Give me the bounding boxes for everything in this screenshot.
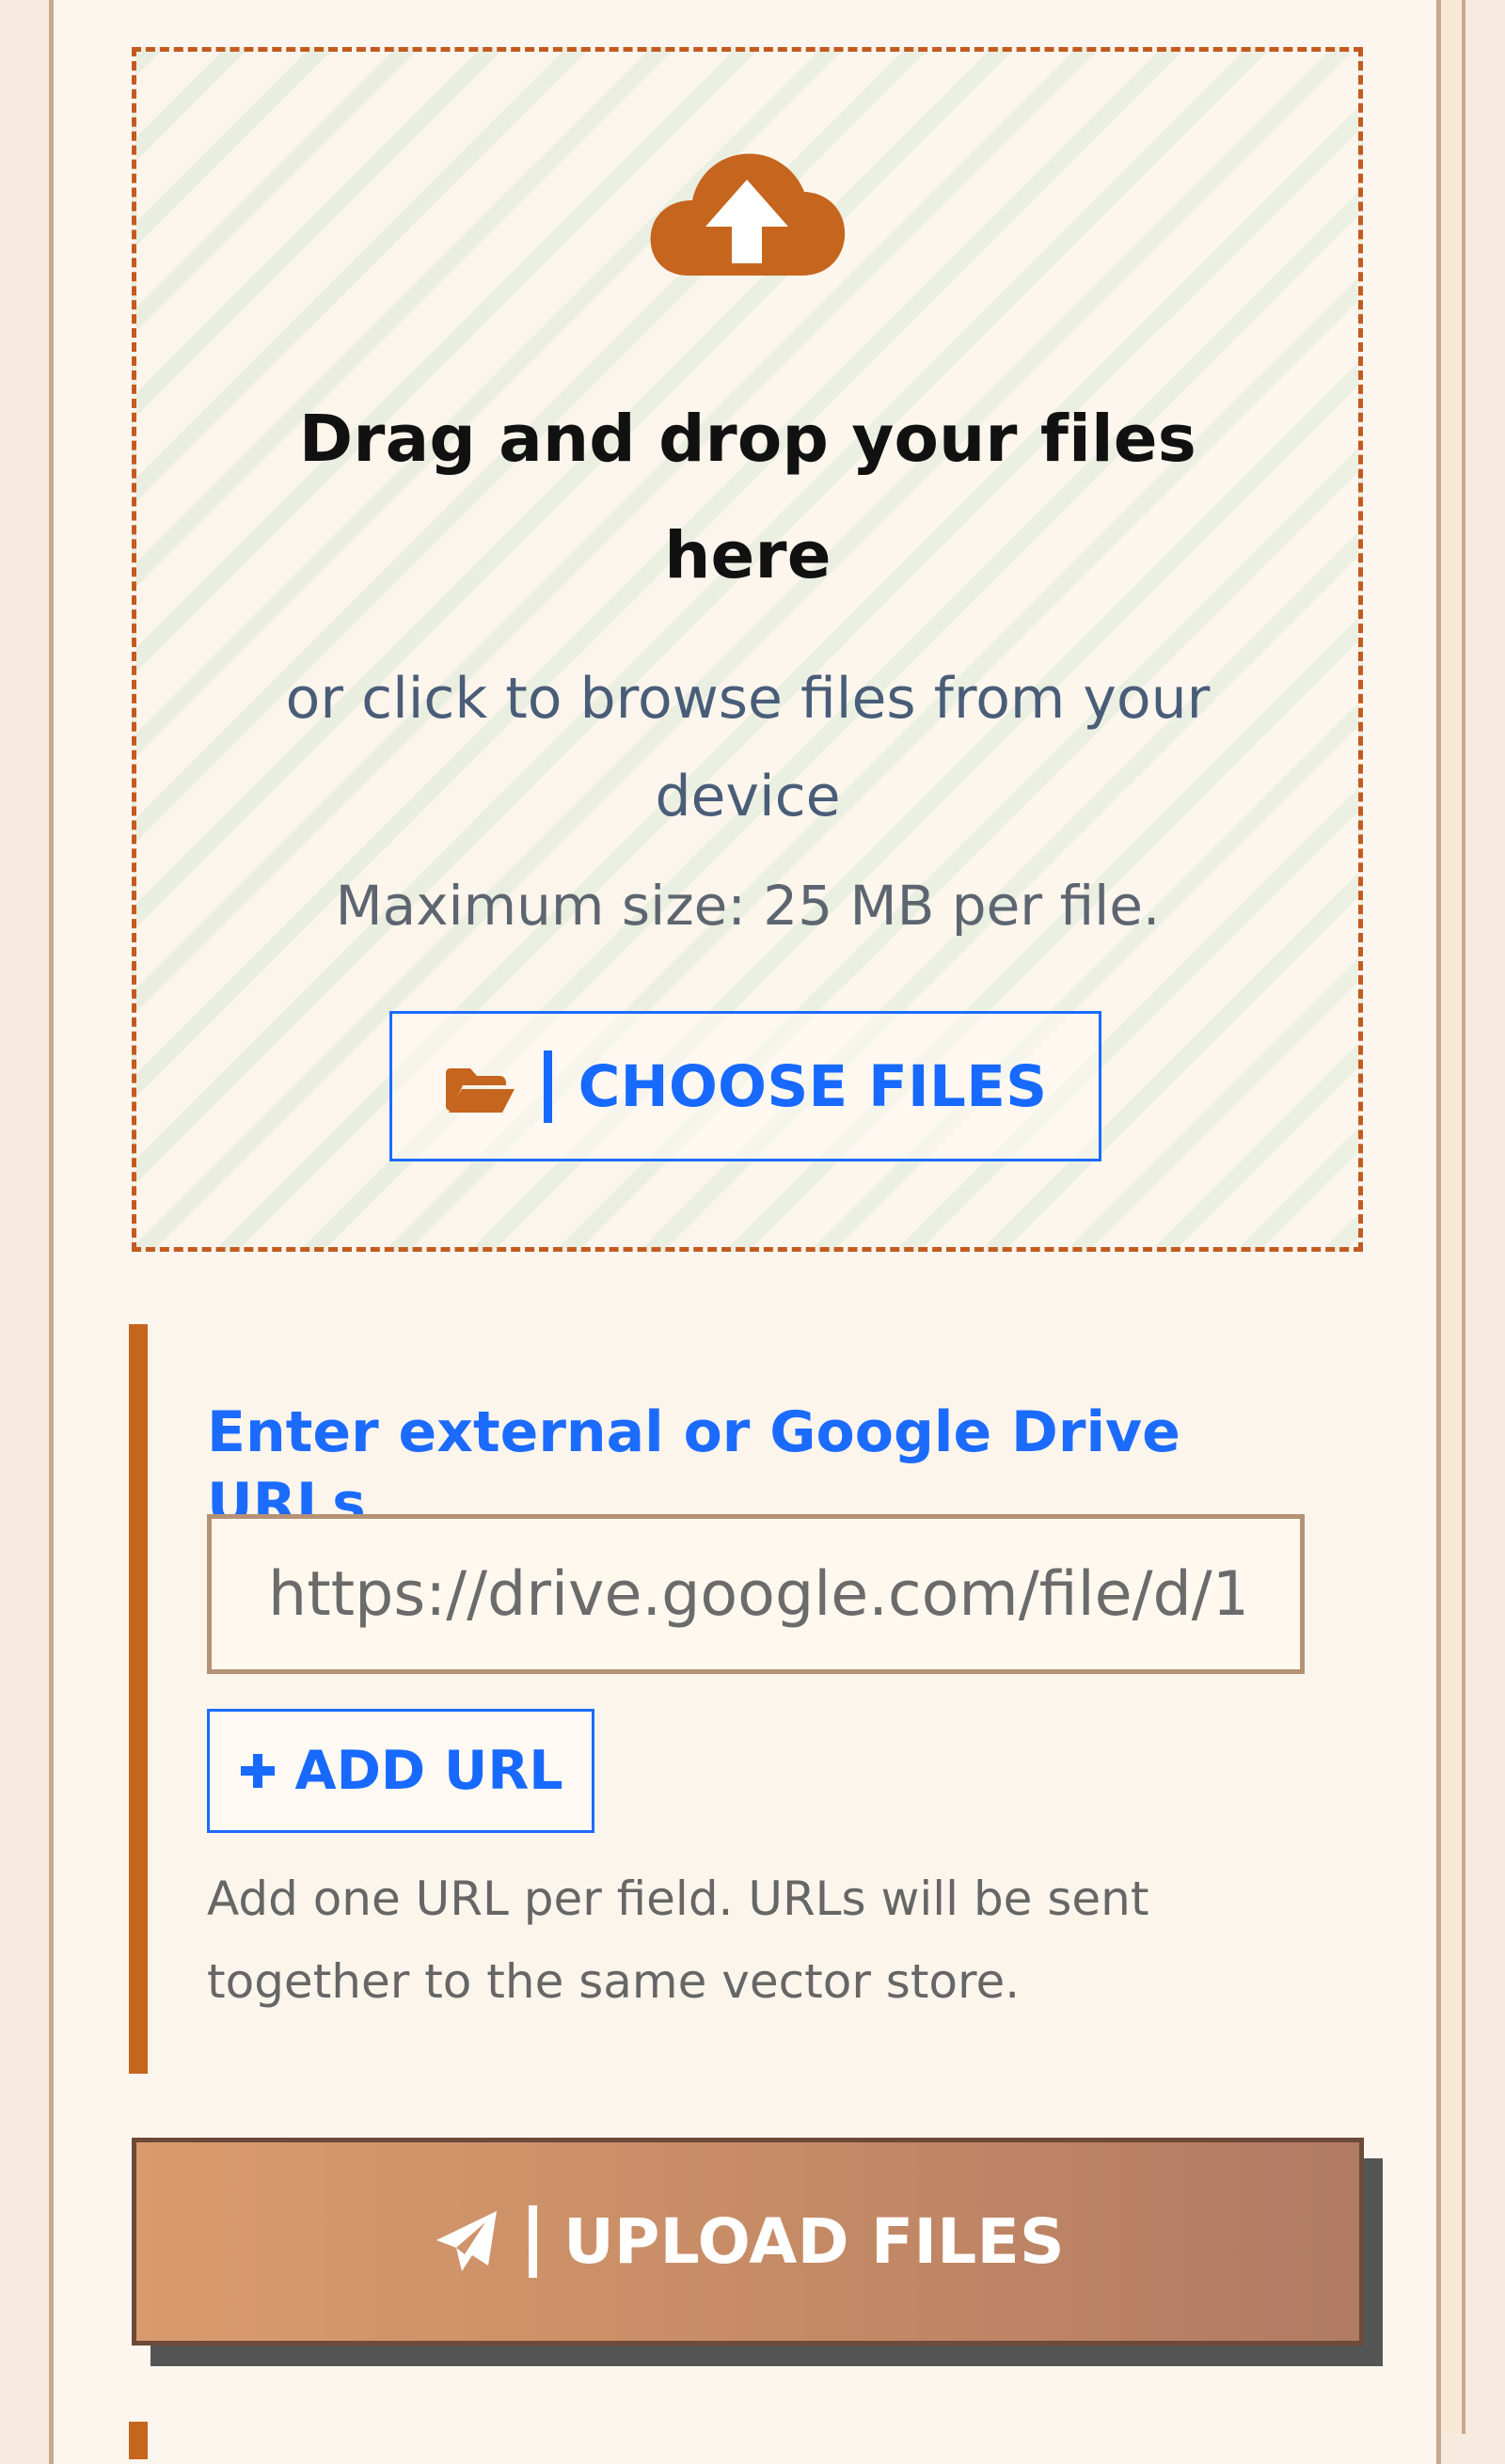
url-help-text: Add one URL per field. URLs will be sent…	[207, 1872, 1149, 2009]
cloud-upload-icon	[650, 153, 846, 276]
add-url-button[interactable]: ADD URL	[207, 1709, 594, 1833]
upload-files-label: UPLOAD FILES	[563, 2205, 1065, 2278]
paper-plane-icon	[436, 2210, 498, 2271]
drag-drop-title: Drag and drop your files here	[298, 402, 1197, 593]
add-url-label: ADD URL	[294, 1740, 563, 1802]
browse-hint: or click to browse files from your devic…	[285, 666, 1211, 829]
choose-files-button[interactable]: CHOOSE FILES	[389, 1011, 1101, 1161]
button-divider	[529, 2205, 538, 2278]
upload-files-button[interactable]: UPLOAD FILES	[132, 2138, 1364, 2346]
plus-icon	[241, 1754, 276, 1788]
button-divider	[543, 1050, 552, 1123]
url-input[interactable]	[207, 1514, 1305, 1674]
max-size-text: Maximum size: 25 MB per file.	[335, 874, 1161, 938]
next-section-accent	[129, 2422, 148, 2459]
panel-right-strip	[1441, 0, 1465, 2434]
folder-open-icon	[445, 1068, 515, 1113]
choose-files-label: CHOOSE FILES	[578, 1052, 1048, 1120]
